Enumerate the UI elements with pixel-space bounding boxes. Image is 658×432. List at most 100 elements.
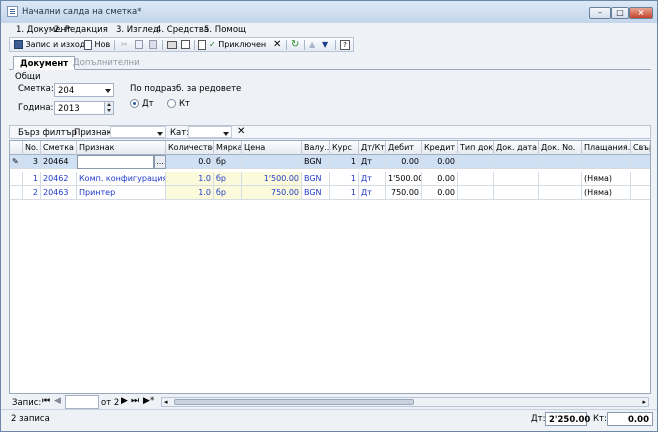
cell-credit[interactable]: 0.00 xyxy=(422,155,458,169)
cell-quantity[interactable]: 1.0 xyxy=(166,186,214,200)
cell-credit[interactable]: 0.00 xyxy=(422,172,458,186)
cell-doc-type[interactable] xyxy=(458,186,494,200)
help-icon[interactable]: ? xyxy=(340,39,350,51)
cell-doc-date[interactable] xyxy=(494,186,539,200)
column-header[interactable]: Кредит xyxy=(422,141,458,155)
cell-attribute[interactable]: Комп. конфигурация xyxy=(77,172,166,186)
cell-doc-no[interactable] xyxy=(539,186,582,200)
cell-currency[interactable]: BGN xyxy=(302,186,330,200)
attribute-input[interactable] xyxy=(77,155,154,169)
cell-payments[interactable] xyxy=(582,155,631,169)
tab-document[interactable]: Документ xyxy=(13,56,76,70)
next-record-icon[interactable]: ▶ xyxy=(121,396,128,406)
paste-icon[interactable] xyxy=(149,39,157,51)
cell-quantity[interactable]: 0.0 xyxy=(166,155,214,169)
column-header[interactable]: No. xyxy=(23,141,41,155)
scrollbar-thumb[interactable] xyxy=(174,399,414,405)
cell-doc-no[interactable] xyxy=(539,155,582,169)
menu-edit[interactable]: 2. Редакция xyxy=(54,25,108,35)
new-button[interactable]: Нов xyxy=(84,39,110,51)
cell-doc-date[interactable] xyxy=(494,172,539,186)
horizontal-scrollbar[interactable]: ◂ ▸ xyxy=(161,397,649,407)
clear-filter-icon[interactable]: ✕ xyxy=(237,126,245,137)
credit-radio[interactable] xyxy=(167,99,176,108)
menu-help[interactable]: 5. Помощ xyxy=(204,25,246,35)
record-number-input[interactable] xyxy=(65,395,99,409)
table-row-edit[interactable]: ✎ 3 20464 ... 0.0 бр BGN 1 Дт 0.00 0.00 xyxy=(10,155,650,169)
close-button[interactable]: × xyxy=(629,7,653,19)
column-header[interactable]: Курс xyxy=(330,141,359,155)
cell-link[interactable] xyxy=(631,186,650,200)
prev-record-icon[interactable]: ◀ xyxy=(54,396,61,406)
year-stepper[interactable]: 2013 xyxy=(54,101,114,115)
copy-icon[interactable] xyxy=(135,39,143,51)
print-preview-icon[interactable] xyxy=(181,39,190,51)
cell-account[interactable]: 20463 xyxy=(41,186,77,200)
column-header[interactable]: Дт/Кт xyxy=(359,141,386,155)
cell-doc-type[interactable] xyxy=(458,155,494,169)
menu-tools[interactable]: 4. Средства xyxy=(156,25,209,35)
cell-debit[interactable]: 0.00 xyxy=(386,155,422,169)
save-exit-button[interactable]: Запис и изход xyxy=(14,39,85,51)
scroll-left-icon[interactable]: ◂ xyxy=(164,398,168,406)
print-icon[interactable] xyxy=(167,39,177,51)
move-up-icon[interactable]: ▲ xyxy=(309,39,315,51)
cell-payments[interactable]: (Няма) xyxy=(582,172,631,186)
column-header[interactable]: Дебит xyxy=(386,141,422,155)
cell-debit[interactable]: 750.00 xyxy=(386,186,422,200)
menu-view[interactable]: 3. Изглед xyxy=(116,25,159,35)
cell-quantity[interactable]: 1.0 xyxy=(166,172,214,186)
column-header[interactable]: Плащания... xyxy=(582,141,631,155)
cell-price[interactable]: 1'500.00 xyxy=(242,172,302,186)
tab-additional[interactable]: Допълнителни xyxy=(67,56,146,70)
cell-doc-no[interactable] xyxy=(539,172,582,186)
scroll-right-icon[interactable]: ▸ xyxy=(642,398,646,406)
cell-link[interactable] xyxy=(631,155,650,169)
column-header[interactable]: Валу... xyxy=(302,141,330,155)
cell-price[interactable]: 750.00 xyxy=(242,186,302,200)
column-header[interactable]: Количество xyxy=(166,141,214,155)
cut-icon[interactable]: ✂ xyxy=(121,39,128,51)
attribute-filter-select[interactable] xyxy=(110,126,166,138)
cell-no[interactable]: 2 xyxy=(23,186,41,200)
cell-doc-type[interactable] xyxy=(458,172,494,186)
table-row[interactable]: 1 20462 Комп. конфигурация 1.0 бр 1'500.… xyxy=(10,172,650,186)
cell-price[interactable] xyxy=(242,155,302,169)
minimize-button[interactable]: – xyxy=(589,7,611,19)
account-select[interactable]: 204 xyxy=(54,83,114,97)
column-header[interactable]: Док. дата xyxy=(494,141,539,155)
delete-icon[interactable]: ✕ xyxy=(273,39,281,51)
cell-rate[interactable]: 1 xyxy=(330,155,359,169)
cell-currency[interactable]: BGN xyxy=(302,172,330,186)
cell-payments[interactable]: (Няма) xyxy=(582,186,631,200)
table-row[interactable]: 2 20463 Принтер 1.0 бр 750.00 BGN 1 Дт 7… xyxy=(10,186,650,200)
cell-rate[interactable]: 1 xyxy=(330,172,359,186)
cell-rate[interactable]: 1 xyxy=(330,186,359,200)
last-record-icon[interactable]: ⏭ xyxy=(131,396,139,406)
column-header[interactable]: Признак xyxy=(77,141,166,155)
cell-dk[interactable]: Дт xyxy=(359,172,386,186)
refresh-icon[interactable]: ↻ xyxy=(291,39,299,51)
complete-button[interactable]: ✓ Приключен xyxy=(209,39,266,51)
cell-account[interactable]: 20464 xyxy=(41,155,77,169)
category-filter-select[interactable] xyxy=(188,126,232,138)
cell-unit[interactable]: бр xyxy=(214,172,242,186)
cell-dk[interactable]: Дт xyxy=(359,155,386,169)
debit-radio[interactable] xyxy=(130,99,139,108)
cell-doc-date[interactable] xyxy=(494,155,539,169)
column-header[interactable]: Мярка xyxy=(214,141,242,155)
cell-dk[interactable]: Дт xyxy=(359,186,386,200)
cell-link[interactable] xyxy=(631,172,650,186)
cell-unit[interactable]: бр xyxy=(214,155,242,169)
cell-account[interactable]: 20462 xyxy=(41,172,77,186)
cell-credit[interactable]: 0.00 xyxy=(422,186,458,200)
first-record-icon[interactable]: ⏮ xyxy=(42,396,50,406)
ellipsis-button[interactable]: ... xyxy=(154,155,166,169)
column-header[interactable]: Тип док. xyxy=(458,141,494,155)
cell-currency[interactable]: BGN xyxy=(302,155,330,169)
edit-document-icon[interactable] xyxy=(198,39,206,51)
cell-attribute[interactable]: Принтер xyxy=(77,186,166,200)
maximize-button[interactable]: □ xyxy=(611,7,629,19)
column-header[interactable]: Цена xyxy=(242,141,302,155)
cell-no[interactable]: 3 xyxy=(23,155,41,169)
